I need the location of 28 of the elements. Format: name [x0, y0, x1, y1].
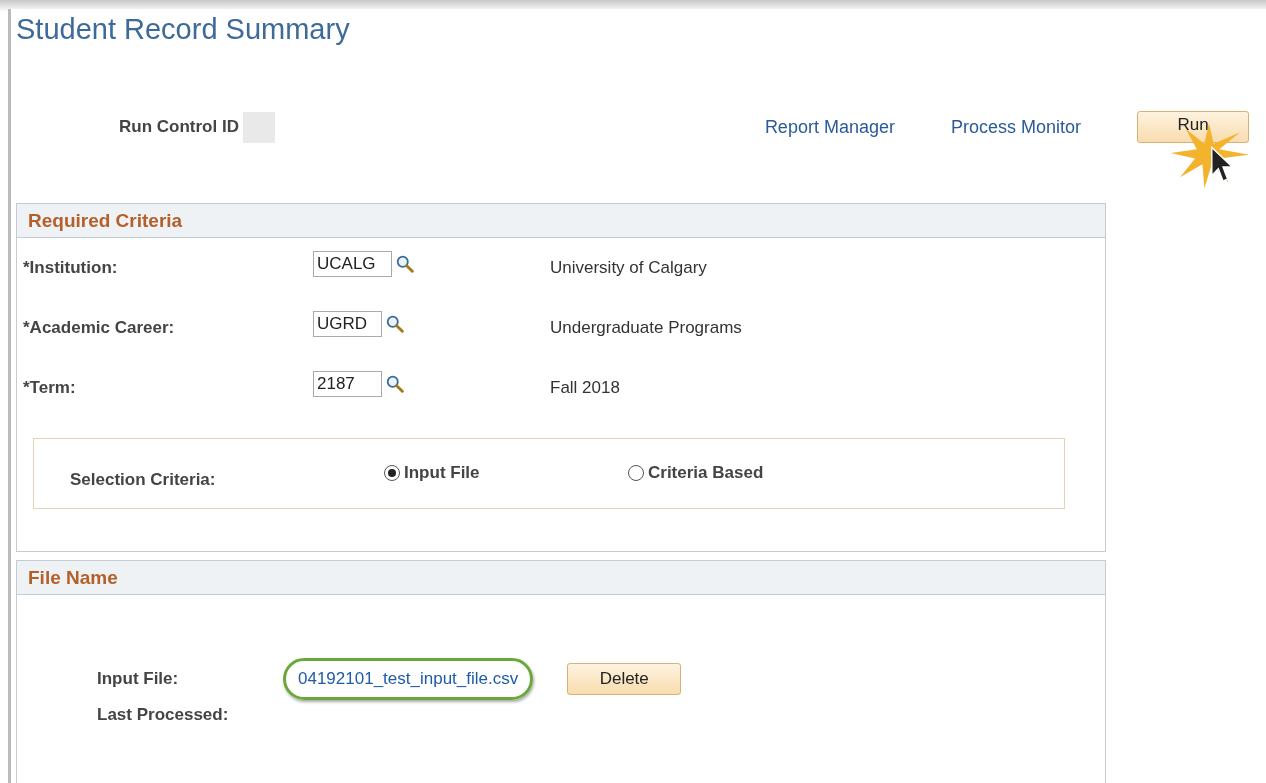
run-button[interactable]: Run — [1137, 111, 1249, 143]
field-label: Last Processed: — [97, 705, 229, 724]
field-description: University of Calgary — [550, 258, 707, 278]
panel-heading: Required Criteria — [28, 209, 183, 232]
field-label: *Institution: — [22, 258, 119, 278]
field-label: Run Control ID — [119, 117, 239, 137]
delete-button[interactable]: Delete — [567, 663, 682, 695]
link[interactable]: Process Monitor — [950, 116, 1081, 138]
input-field[interactable]: UCALG — [313, 251, 392, 277]
input-field[interactable]: 2187 — [313, 371, 382, 397]
search-icon[interactable] — [386, 375, 404, 393]
page-title: Student Record Summary — [16, 12, 351, 47]
search-icon[interactable] — [386, 315, 404, 333]
radio-label: Criteria Based — [648, 462, 764, 483]
radio-label: Input File — [404, 462, 480, 483]
field-label: Input File: — [97, 669, 180, 689]
radio-button[interactable] — [384, 464, 400, 481]
panel-heading: File Name — [28, 566, 118, 589]
file-link[interactable]: 04192101_test_input_file.csv — [283, 658, 534, 700]
field-label: Selection Criteria: — [70, 469, 217, 490]
field-label: *Term: — [22, 378, 77, 398]
input-field[interactable]: UGRD — [313, 311, 382, 337]
field-description: Fall 2018 — [550, 378, 620, 398]
field-description: Undergraduate Programs — [550, 318, 742, 338]
search-icon[interactable] — [396, 255, 414, 273]
radio-button[interactable] — [628, 464, 644, 481]
link[interactable]: Report Manager — [764, 116, 895, 138]
field-label: *Academic Career: — [22, 318, 176, 338]
